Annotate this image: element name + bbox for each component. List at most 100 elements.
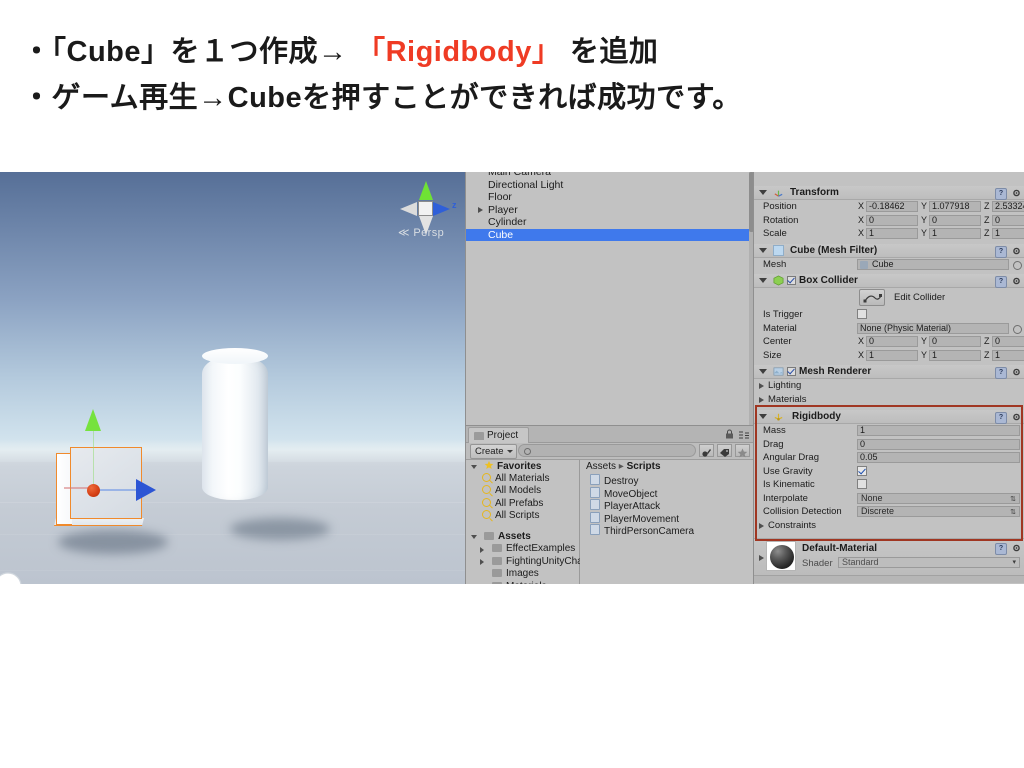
project-tree[interactable]: Favorites All Materials All Models All P… xyxy=(466,460,583,584)
position-x-field[interactable]: -0.18462 xyxy=(866,201,918,212)
hierarchy-item-cube[interactable]: Cube xyxy=(466,228,754,241)
size-x-field[interactable]: 1 xyxy=(866,349,918,361)
tab-project[interactable]: Project xyxy=(468,427,530,443)
scene-projection-label[interactable]: ≪ Persp xyxy=(398,226,444,239)
scene-view[interactable]: z ≪ Persp xyxy=(0,172,465,584)
help-icon[interactable]: ? xyxy=(995,188,1007,200)
position-y-field[interactable]: 1.077918 xyxy=(929,201,981,212)
center-z-field[interactable]: 0 xyxy=(992,336,1024,347)
rotation-x-field[interactable]: 0 xyxy=(866,214,918,226)
project-tree-all-prefabs[interactable]: All Prefabs xyxy=(466,497,579,511)
project-tree-all-models[interactable]: All Models xyxy=(466,485,579,498)
project-file-playermovement[interactable]: PlayerMovement xyxy=(580,511,754,525)
material-section[interactable]: Default-Material Shader Standard ▾ ? xyxy=(754,538,1024,575)
project-file-destroy[interactable]: Destroy xyxy=(580,474,754,487)
scene-object-cube[interactable] xyxy=(54,447,145,526)
gear-icon[interactable] xyxy=(1012,367,1022,377)
center-y-field[interactable]: 0 xyxy=(929,336,981,347)
component-header-box-collider[interactable]: Box Collider ? xyxy=(754,274,1024,288)
breadcrumb[interactable]: Assets ▸ Scripts xyxy=(580,460,754,474)
project-tree-all-materials[interactable]: All Materials xyxy=(466,472,579,486)
gear-icon[interactable] xyxy=(1012,276,1022,286)
rotation-y-field[interactable]: 0 xyxy=(929,214,981,226)
chevron-right-icon[interactable] xyxy=(759,396,764,403)
filter-by-label-button[interactable] xyxy=(717,444,732,457)
hierarchy-item-floor[interactable]: Floor xyxy=(466,191,754,204)
favorites-star-button[interactable] xyxy=(735,444,750,458)
create-button[interactable]: Create xyxy=(470,444,517,459)
project-tree-images[interactable]: Images xyxy=(466,568,579,581)
angular-drag-field[interactable]: 0.05 xyxy=(857,452,1020,463)
component-header-mesh-filter[interactable]: Cube (Mesh Filter) ? xyxy=(754,243,1024,258)
interpolate-dropdown[interactable]: None ⇅ xyxy=(857,492,1020,504)
chevron-down-icon[interactable] xyxy=(759,369,767,374)
hierarchy-item-player[interactable]: Player xyxy=(466,204,754,217)
position-z-field[interactable]: 2.533241 xyxy=(992,201,1024,212)
project-tree-effectexamples[interactable]: EffectExamples xyxy=(466,543,579,556)
edit-collider-button[interactable] xyxy=(859,289,885,306)
is-kinematic-checkbox[interactable] xyxy=(857,479,867,489)
project-tree-favorites[interactable]: Favorites xyxy=(466,460,579,473)
help-icon[interactable]: ? xyxy=(995,367,1007,379)
mesh-renderer-section-lighting[interactable]: Lighting xyxy=(754,379,1024,393)
mesh-field[interactable]: Cube xyxy=(857,258,1009,270)
mesh-renderer-enabled-checkbox[interactable] xyxy=(787,367,796,376)
size-y-field[interactable]: 1 xyxy=(929,349,981,361)
scale-y-field[interactable]: 1 xyxy=(929,228,981,239)
project-tree-all-scripts[interactable]: All Scripts xyxy=(466,510,579,523)
shader-dropdown[interactable]: Standard ▾ xyxy=(838,557,1020,568)
gizmo-cone-left-icon[interactable] xyxy=(400,202,417,216)
project-file-playerattack[interactable]: PlayerAttack xyxy=(580,499,754,512)
hierarchy-item-cylinder[interactable]: Cylinder xyxy=(466,216,754,229)
help-icon[interactable]: ? xyxy=(995,276,1007,288)
gear-icon[interactable] xyxy=(1012,188,1022,198)
chevron-right-icon[interactable] xyxy=(759,522,764,529)
object-picker-icon[interactable] xyxy=(1013,324,1022,334)
chevron-down-icon[interactable] xyxy=(759,190,767,195)
scene-object-cylinder[interactable] xyxy=(202,355,268,500)
mesh-renderer-section-materials[interactable]: Materials xyxy=(754,393,1024,407)
component-header-transform[interactable]: Transform ? xyxy=(754,186,1024,200)
chevron-down-icon[interactable] xyxy=(471,464,477,469)
center-x-field[interactable]: 0 xyxy=(866,336,918,347)
help-icon[interactable]: ? xyxy=(995,245,1007,258)
filter-by-type-button[interactable] xyxy=(699,444,714,457)
component-header-mesh-renderer[interactable]: Mesh Renderer ? xyxy=(754,365,1024,379)
use-gravity-checkbox[interactable] xyxy=(857,465,867,476)
project-search-input[interactable] xyxy=(518,444,696,457)
component-header-rigidbody[interactable]: Rigidbody ? xyxy=(754,410,1024,424)
scene-view-orientation-gizmo[interactable]: z ≪ Persp xyxy=(392,178,458,239)
help-icon[interactable]: ? xyxy=(995,412,1007,424)
project-file-list[interactable]: Assets ▸ Scripts Destroy MoveObject Play… xyxy=(580,460,754,584)
chevron-right-icon[interactable] xyxy=(478,206,483,213)
chevron-right-icon[interactable] xyxy=(480,546,484,553)
project-tree-assets[interactable]: Assets xyxy=(466,531,579,544)
gear-icon[interactable] xyxy=(1012,543,1022,553)
chevron-down-icon[interactable] xyxy=(759,278,767,283)
panel-menu-icon[interactable] xyxy=(739,431,750,439)
hierarchy-item-directional-light[interactable]: Directional Light xyxy=(466,179,754,192)
project-file-moveobject[interactable]: MoveObject xyxy=(580,486,754,500)
gizmo-center-cube-icon[interactable] xyxy=(418,201,433,216)
chevron-right-icon[interactable] xyxy=(759,383,764,389)
lock-icon[interactable] xyxy=(725,429,734,439)
project-tree-fightingunitychan[interactable]: FightingUnityCha xyxy=(466,556,583,569)
chevron-down-icon[interactable] xyxy=(471,535,477,539)
is-trigger-checkbox[interactable] xyxy=(857,309,867,319)
gizmo-cone-right-icon[interactable] xyxy=(433,202,450,216)
rotation-z-field[interactable]: 0 xyxy=(992,214,1024,226)
chevron-right-icon[interactable] xyxy=(759,555,764,561)
collision-detection-dropdown[interactable]: Discrete ⇅ xyxy=(857,506,1020,517)
chevron-right-icon[interactable] xyxy=(480,559,484,565)
help-icon[interactable]: ? xyxy=(995,543,1007,555)
chevron-down-icon[interactable] xyxy=(759,247,767,253)
breadcrumb-root[interactable]: Assets xyxy=(586,461,616,472)
mass-field[interactable]: 1 xyxy=(857,425,1020,436)
size-z-field[interactable]: 1 xyxy=(992,349,1024,361)
box-collider-enabled-checkbox[interactable] xyxy=(787,276,796,285)
gizmo-axis-z-arrow[interactable] xyxy=(136,479,156,501)
scale-x-field[interactable]: 1 xyxy=(866,228,918,239)
hierarchy-list[interactable]: Main Camera Directional Light Floor Play… xyxy=(466,172,754,425)
gear-icon[interactable] xyxy=(1012,246,1022,256)
physic-material-field[interactable]: None (Physic Material) xyxy=(857,322,1009,334)
